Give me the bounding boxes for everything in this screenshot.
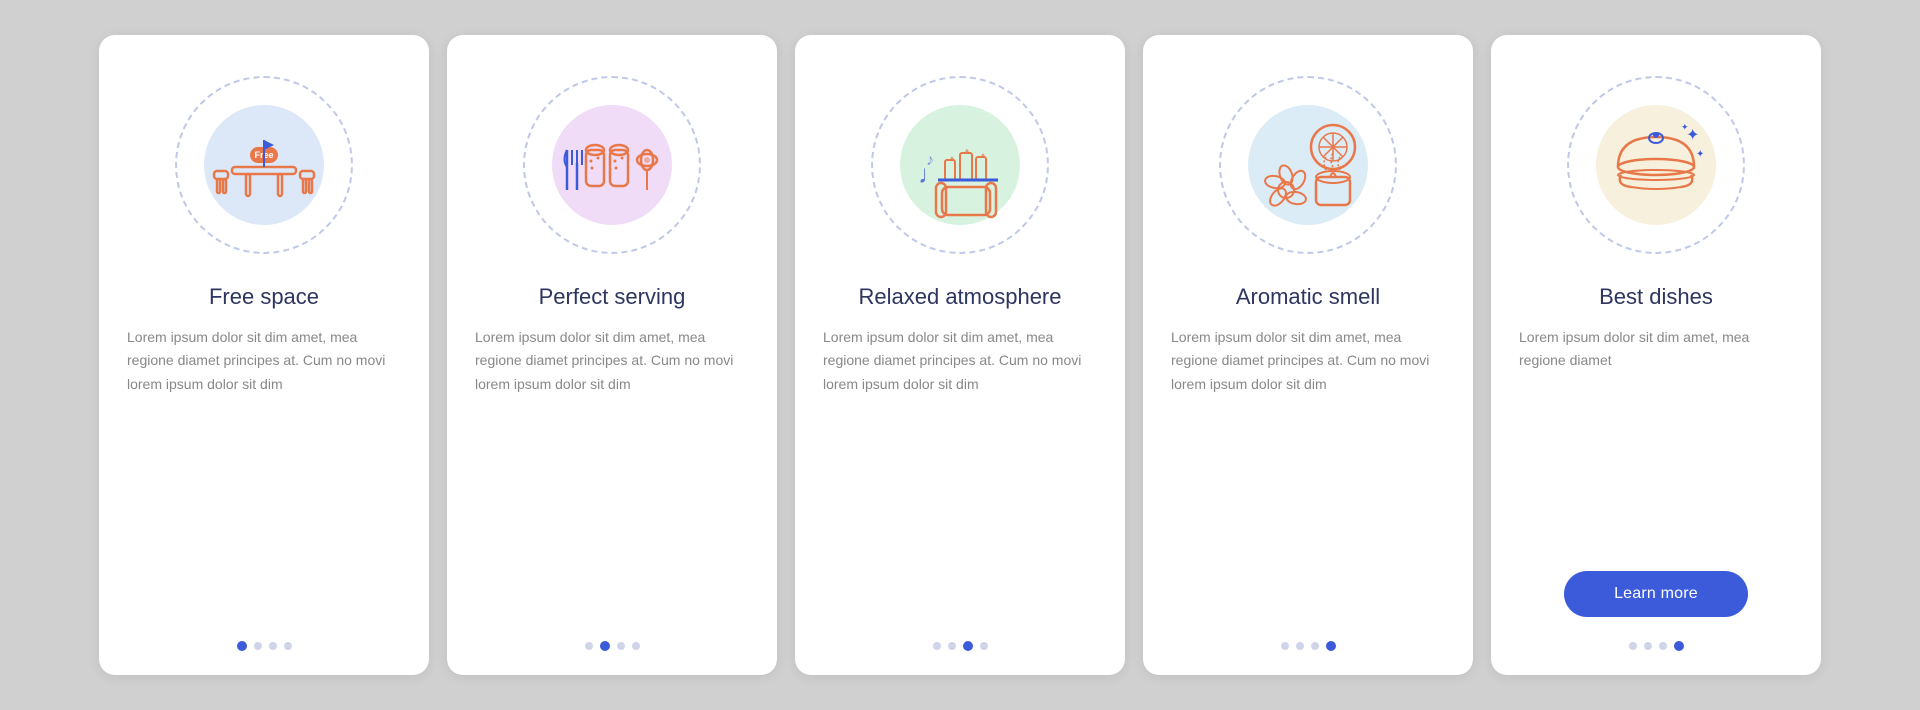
dots-perfect-serving	[585, 641, 640, 651]
dot-0	[585, 642, 593, 650]
card-best-dishes: ✦ ✦ ✦ Best dishes Lorem ipsum dolor sit …	[1491, 35, 1821, 675]
icon-area-aromatic-smell	[1208, 65, 1408, 265]
icon-area-perfect-serving	[512, 65, 712, 265]
dot-3	[980, 642, 988, 650]
dots-free-space	[237, 641, 292, 651]
dots-aromatic-smell	[1281, 641, 1336, 651]
dot-1	[254, 642, 262, 650]
dot-1	[1296, 642, 1304, 650]
icon-area-relaxed-atmosphere: ♩ ♪	[860, 65, 1060, 265]
dot-1	[1644, 642, 1652, 650]
dot-0	[1281, 642, 1289, 650]
icon-area-best-dishes: ✦ ✦ ✦	[1556, 65, 1756, 265]
card-aromatic-smell: Aromatic smell Lorem ipsum dolor sit dim…	[1143, 35, 1473, 675]
dot-3	[1674, 641, 1684, 651]
cards-container: Free Free space Lorem ipsum dolor sit di…	[59, 5, 1861, 705]
card-title-relaxed-atmosphere: Relaxed atmosphere	[858, 283, 1061, 312]
dot-1	[600, 641, 610, 651]
dot-3	[1326, 641, 1336, 651]
card-title-aromatic-smell: Aromatic smell	[1236, 283, 1380, 312]
learn-more-button[interactable]: Learn more	[1564, 571, 1748, 617]
dot-2	[963, 641, 973, 651]
card-text-best-dishes: Lorem ipsum dolor sit dim amet, mea regi…	[1519, 326, 1793, 557]
dot-2	[1659, 642, 1667, 650]
card-relaxed-atmosphere: ♩ ♪ Relaxed atmosphere Lorem ipsum dolor…	[795, 35, 1125, 675]
dot-0	[933, 642, 941, 650]
card-text-relaxed-atmosphere: Lorem ipsum dolor sit dim amet, mea regi…	[823, 326, 1097, 621]
card-free-space: Free Free space Lorem ipsum dolor sit di…	[99, 35, 429, 675]
dot-3	[632, 642, 640, 650]
dot-2	[269, 642, 277, 650]
card-text-perfect-serving: Lorem ipsum dolor sit dim amet, mea regi…	[475, 326, 749, 621]
dot-0	[1629, 642, 1637, 650]
card-text-aromatic-smell: Lorem ipsum dolor sit dim amet, mea regi…	[1171, 326, 1445, 621]
card-title-free-space: Free space	[209, 283, 319, 312]
card-title-best-dishes: Best dishes	[1599, 283, 1713, 312]
dot-0	[237, 641, 247, 651]
card-title-perfect-serving: Perfect serving	[539, 283, 686, 312]
dot-2	[617, 642, 625, 650]
card-text-free-space: Lorem ipsum dolor sit dim amet, mea regi…	[127, 326, 401, 621]
icon-area-free-space: Free	[164, 65, 364, 265]
dots-best-dishes	[1629, 641, 1684, 651]
card-perfect-serving: Perfect serving Lorem ipsum dolor sit di…	[447, 35, 777, 675]
dot-3	[284, 642, 292, 650]
dot-1	[948, 642, 956, 650]
dots-relaxed-atmosphere	[933, 641, 988, 651]
dot-2	[1311, 642, 1319, 650]
